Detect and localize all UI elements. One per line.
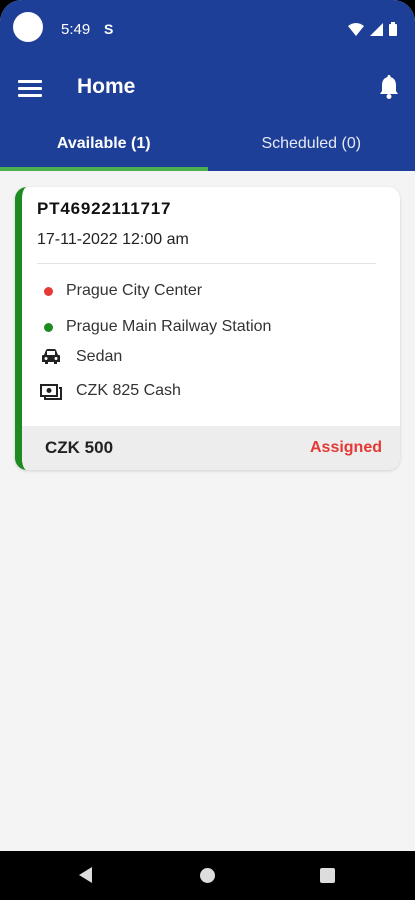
dropoff-location: Prague Main Railway Station <box>66 318 272 335</box>
booking-datetime: 17-11-2022 12:00 am <box>37 231 189 248</box>
payment-row: CZK 825 Cash <box>37 382 386 400</box>
pickup-location: Prague City Center <box>66 282 203 299</box>
vehicle-type: Sedan <box>76 348 123 365</box>
vehicle-row: Sedan <box>37 348 386 366</box>
booking-card[interactable]: PT46922111717 17-11-2022 12:00 am Prague… <box>15 187 400 470</box>
recents-icon[interactable] <box>320 868 335 883</box>
home-icon[interactable] <box>200 868 215 883</box>
camera-cutout <box>13 12 43 42</box>
hamburger-menu-icon[interactable] <box>18 80 42 98</box>
dropoff-row: Prague Main Railway Station <box>37 318 386 336</box>
status-bar: 5:49 S <box>0 0 415 58</box>
dropoff-dot-icon <box>44 322 53 332</box>
bell-icon[interactable] <box>377 74 401 100</box>
booking-price: CZK 500 <box>45 438 114 457</box>
system-nav-bar <box>0 851 415 900</box>
app-bar: 5:49 S Home Available (1) Scheduled (0) <box>0 0 415 171</box>
booking-id: PT46922111717 <box>37 199 172 218</box>
back-icon[interactable] <box>79 867 92 883</box>
system-icons <box>348 22 397 36</box>
card-footer: CZK 500 Assigned <box>22 426 400 470</box>
pickup-dot-icon <box>44 286 53 296</box>
car-icon <box>42 349 60 364</box>
toolbar: Home <box>0 58 415 118</box>
signal-icon <box>370 22 383 36</box>
tab-bar: Available (1) Scheduled (0) <box>0 118 415 171</box>
wifi-icon <box>348 22 364 36</box>
tab-scheduled[interactable]: Scheduled (0) <box>208 118 415 171</box>
status-badge: Assigned <box>309 439 382 456</box>
cash-icon <box>40 384 62 400</box>
battery-icon <box>389 22 397 36</box>
payment-info: CZK 825 Cash <box>76 382 181 399</box>
tab-available[interactable]: Available (1) <box>0 118 208 171</box>
app-screen: 5:49 S Home Available (1) Scheduled (0) … <box>0 0 415 851</box>
notification-s-icon: S <box>104 21 114 37</box>
divider <box>37 263 376 264</box>
pickup-row: Prague City Center <box>37 282 386 300</box>
page-title: Home <box>77 75 136 98</box>
status-time: 5:49 <box>61 21 91 38</box>
